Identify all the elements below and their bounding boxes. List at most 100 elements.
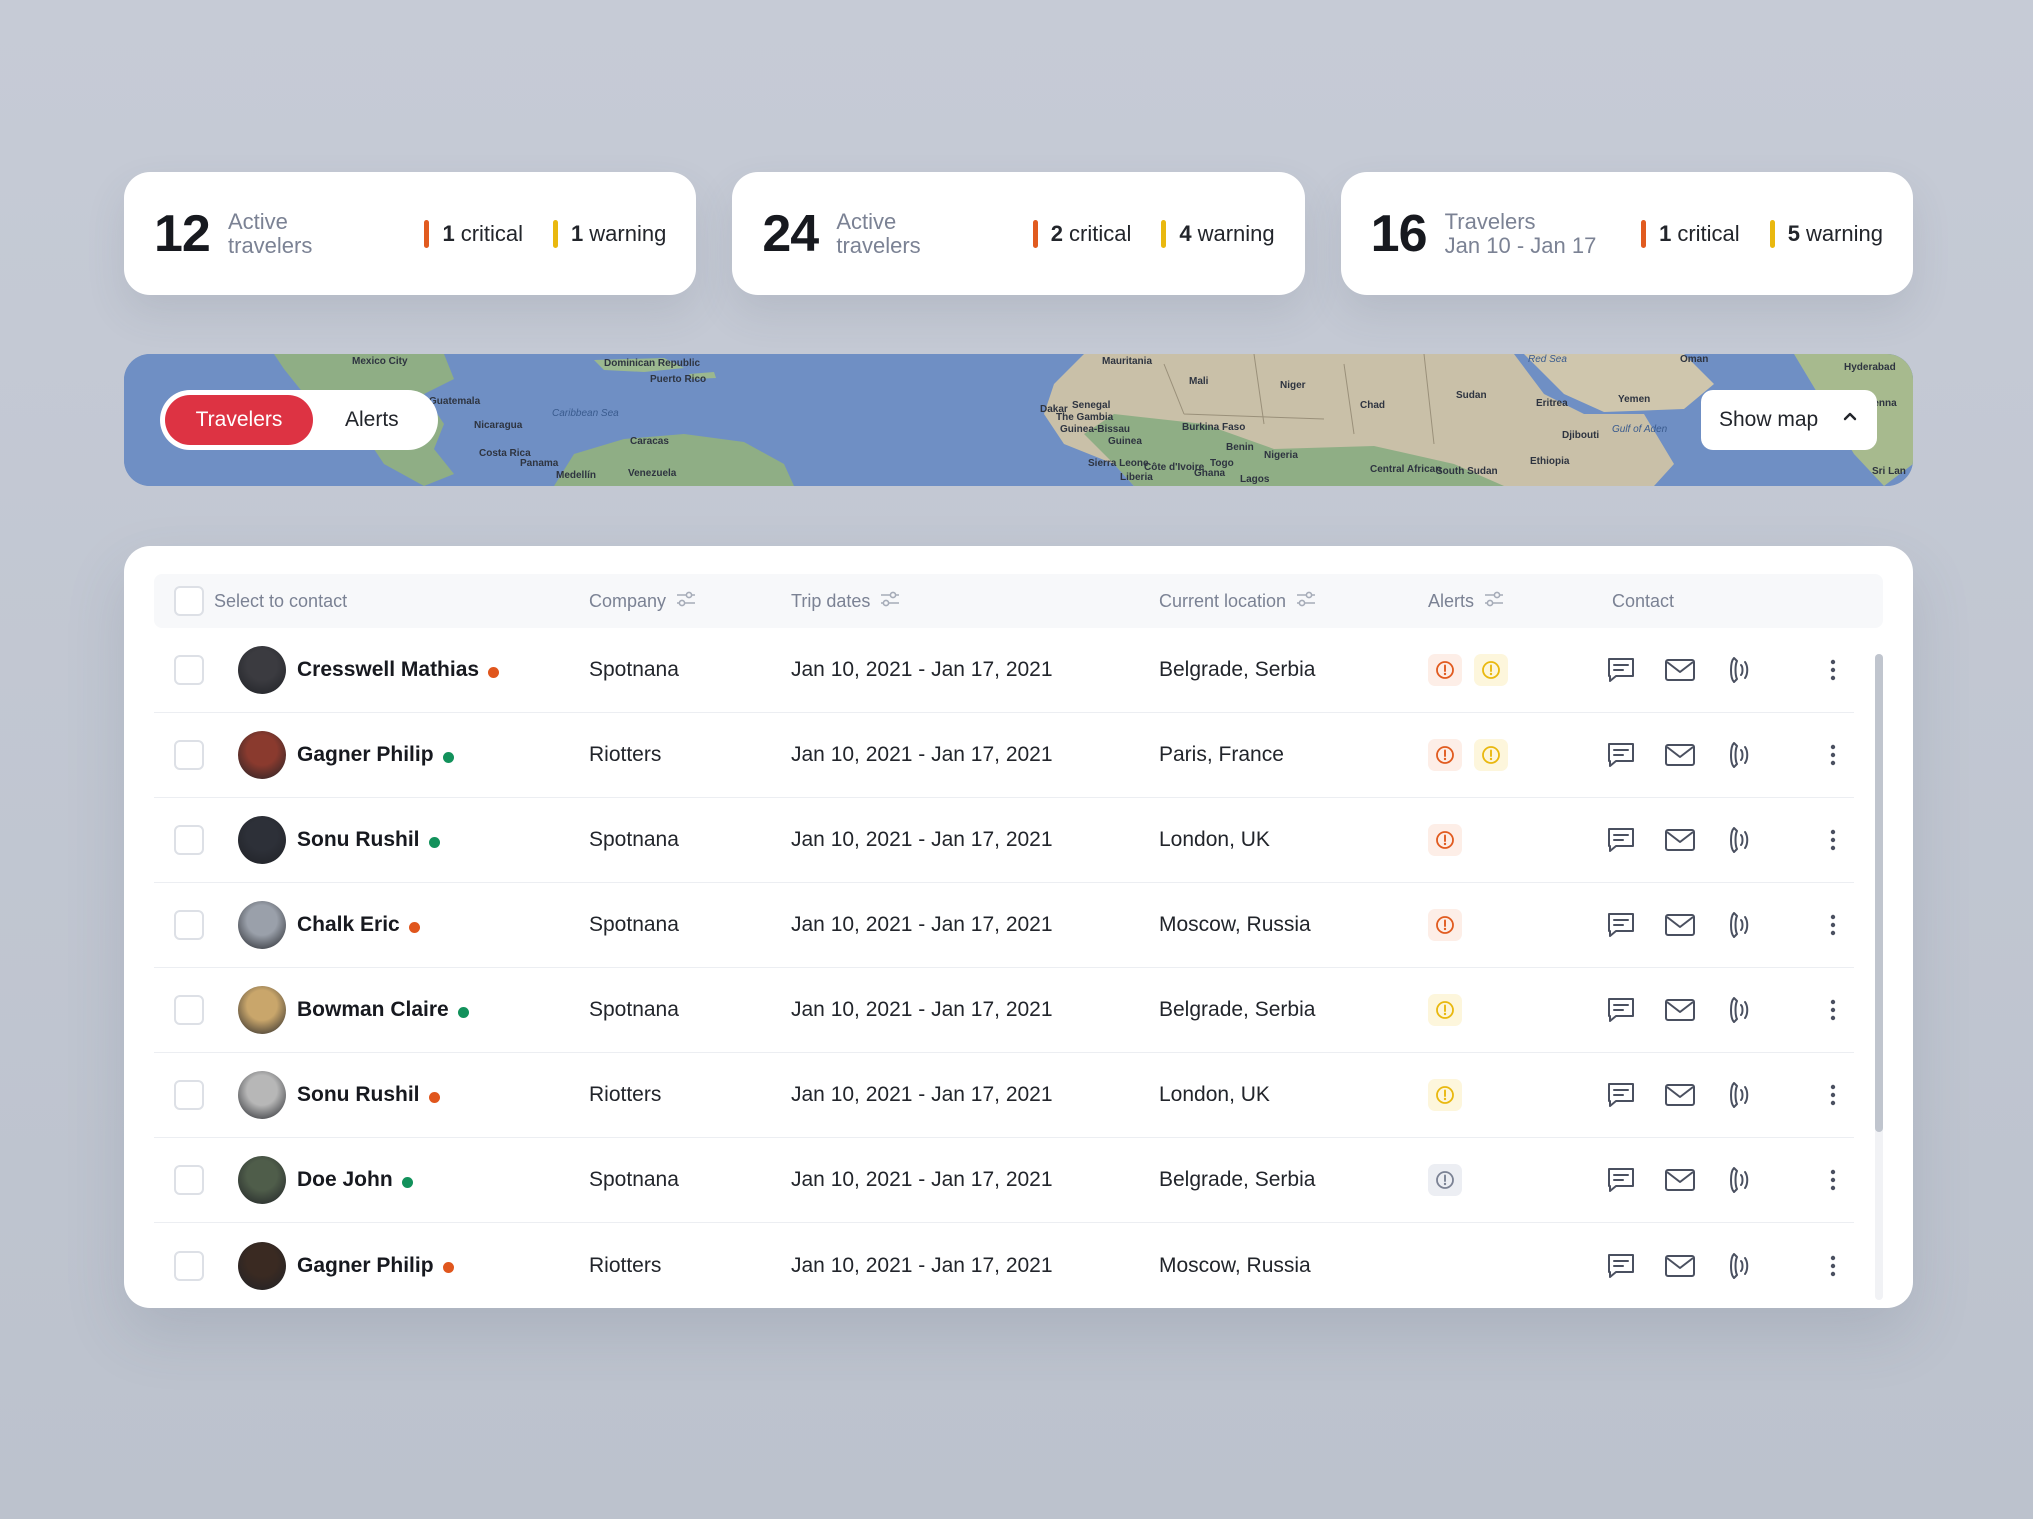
header-alerts[interactable]: Alerts: [1428, 574, 1504, 628]
mail-icon[interactable]: [1663, 1249, 1697, 1283]
traveler-name[interactable]: Gagner Philip: [297, 743, 454, 767]
more-vertical-icon[interactable]: [1816, 738, 1850, 772]
more-vertical-icon[interactable]: [1816, 993, 1850, 1027]
header-company[interactable]: Company: [589, 574, 696, 628]
filter-icon[interactable]: [1296, 591, 1316, 612]
row-checkbox[interactable]: [174, 655, 204, 685]
call-icon[interactable]: [1722, 653, 1756, 687]
map-preview[interactable]: Mexico City Guatemala Nicaragua Costa Ri…: [124, 354, 1913, 486]
checkbox[interactable]: [174, 586, 204, 616]
row-checkbox[interactable]: [174, 1080, 204, 1110]
row-checkbox[interactable]: [174, 825, 204, 855]
call-icon[interactable]: [1722, 738, 1756, 772]
status-dot: [457, 1006, 469, 1018]
mail-icon[interactable]: [1663, 653, 1697, 687]
message-icon[interactable]: [1604, 1078, 1638, 1112]
map-label: Mali: [1189, 376, 1209, 387]
alert-circle-icon[interactable]: [1474, 654, 1508, 686]
table-row[interactable]: Gagner Philip Riotters Jan 10, 2021 - Jan …: [154, 713, 1854, 798]
table-row[interactable]: Bowman Claire Spotnana Jan 10, 2021 - Jan …: [154, 968, 1854, 1053]
mail-icon[interactable]: [1663, 993, 1697, 1027]
location-cell: London, UK: [1159, 828, 1270, 851]
toggle-travelers[interactable]: Travelers: [165, 395, 313, 445]
row-checkbox[interactable]: [174, 740, 204, 770]
more-vertical-icon[interactable]: [1816, 1078, 1850, 1112]
alerts-cell: [1428, 994, 1462, 1026]
message-icon[interactable]: [1604, 1163, 1638, 1197]
table-row[interactable]: Sonu Rushil Spotnana Jan 10, 2021 - Jan 17…: [154, 798, 1854, 883]
row-checkbox[interactable]: [174, 1250, 204, 1281]
row-checkbox[interactable]: [174, 910, 204, 940]
traveler-name[interactable]: Sonu Rushil: [297, 1083, 440, 1107]
more-vertical-icon[interactable]: [1816, 1249, 1850, 1283]
message-icon[interactable]: [1604, 1249, 1638, 1283]
filter-icon[interactable]: [880, 591, 900, 612]
table-row[interactable]: Gagner Philip Riotters Jan 10, 2021 - Jan …: [154, 1223, 1854, 1308]
message-icon[interactable]: [1604, 738, 1638, 772]
status-dot: [442, 751, 454, 763]
message-icon[interactable]: [1604, 823, 1638, 857]
traveler-name[interactable]: Cresswell Mathias: [297, 658, 500, 682]
table-row[interactable]: Chalk Eric Spotnana Jan 10, 2021 - Jan 17,…: [154, 883, 1854, 968]
stat-card-active-travelers[interactable]: 12 Active travelers 1 critical 1 warning: [124, 172, 697, 295]
alert-circle-icon[interactable]: [1428, 1079, 1462, 1111]
alert-circle-icon[interactable]: [1428, 1164, 1462, 1196]
more-vertical-icon[interactable]: [1816, 1163, 1850, 1197]
filter-icon[interactable]: [676, 591, 696, 612]
more-vertical-icon[interactable]: [1816, 908, 1850, 942]
mail-icon[interactable]: [1663, 823, 1697, 857]
avatar: [238, 731, 286, 779]
stat-number: 24: [762, 204, 819, 263]
mail-icon[interactable]: [1663, 908, 1697, 942]
alert-circle-icon[interactable]: [1428, 994, 1462, 1026]
table-row[interactable]: Cresswell Mathias Spotnana Jan 10, 2021 - …: [154, 628, 1854, 713]
alert-circle-icon[interactable]: [1428, 824, 1462, 856]
toggle-alerts[interactable]: Alerts: [315, 395, 429, 445]
stat-card-active-travelers-2[interactable]: 24 Active travelers 2 critical 4 warning: [732, 172, 1305, 295]
message-icon[interactable]: [1604, 653, 1638, 687]
header-location[interactable]: Current location: [1159, 574, 1316, 628]
select-all-checkbox[interactable]: [174, 574, 204, 628]
scrollbar[interactable]: [1875, 654, 1883, 1300]
more-vertical-icon[interactable]: [1816, 653, 1850, 687]
call-icon[interactable]: [1722, 1249, 1756, 1283]
alert-circle-icon[interactable]: [1428, 739, 1462, 771]
traveler-name-text: Doe John: [297, 1168, 393, 1191]
alert-circle-icon[interactable]: [1428, 654, 1462, 686]
mail-icon[interactable]: [1663, 1163, 1697, 1197]
traveler-name[interactable]: Doe John: [297, 1168, 413, 1192]
row-checkbox[interactable]: [174, 995, 204, 1025]
filter-icon[interactable]: [1484, 591, 1504, 612]
traveler-name[interactable]: Gagner Philip: [297, 1254, 454, 1278]
message-icon[interactable]: [1604, 993, 1638, 1027]
show-map-button[interactable]: Show map: [1701, 390, 1877, 450]
alerts-cell: [1428, 1164, 1462, 1196]
scrollbar-thumb[interactable]: [1875, 654, 1883, 1132]
warning-count: 4: [1179, 220, 1192, 246]
more-vertical-icon[interactable]: [1816, 823, 1850, 857]
alert-circle-icon[interactable]: [1474, 739, 1508, 771]
table-row[interactable]: Sonu Rushil Riotters Jan 10, 2021 - Jan 17…: [154, 1053, 1854, 1138]
header-alerts-label: Alerts: [1428, 590, 1475, 611]
traveler-name[interactable]: Chalk Eric: [297, 913, 420, 937]
stat-label: Active travelers: [836, 209, 920, 258]
table-row[interactable]: Doe John Spotnana Jan 10, 2021 - Jan 17, 2…: [154, 1138, 1854, 1223]
alert-circle-icon[interactable]: [1428, 909, 1462, 941]
stat-card-travelers-dates[interactable]: 16 Travelers Jan 10 - Jan 17 1 critical 5…: [1340, 172, 1913, 295]
call-icon[interactable]: [1722, 823, 1756, 857]
header-company-label: Company: [589, 590, 667, 611]
mail-icon[interactable]: [1663, 738, 1697, 772]
traveler-name[interactable]: Bowman Claire: [297, 998, 469, 1022]
row-checkbox[interactable]: [174, 1165, 204, 1195]
view-toggle: Travelers Alerts: [160, 390, 438, 450]
map-label: Venezuela: [628, 468, 677, 479]
call-icon[interactable]: [1722, 1163, 1756, 1197]
call-icon[interactable]: [1722, 908, 1756, 942]
traveler-name[interactable]: Sonu Rushil: [297, 828, 440, 852]
mail-icon[interactable]: [1663, 1078, 1697, 1112]
call-icon[interactable]: [1722, 1078, 1756, 1112]
call-icon[interactable]: [1722, 993, 1756, 1027]
message-icon[interactable]: [1604, 908, 1638, 942]
alerts-cell: [1428, 739, 1508, 771]
header-trip-dates[interactable]: Trip dates: [791, 574, 900, 628]
